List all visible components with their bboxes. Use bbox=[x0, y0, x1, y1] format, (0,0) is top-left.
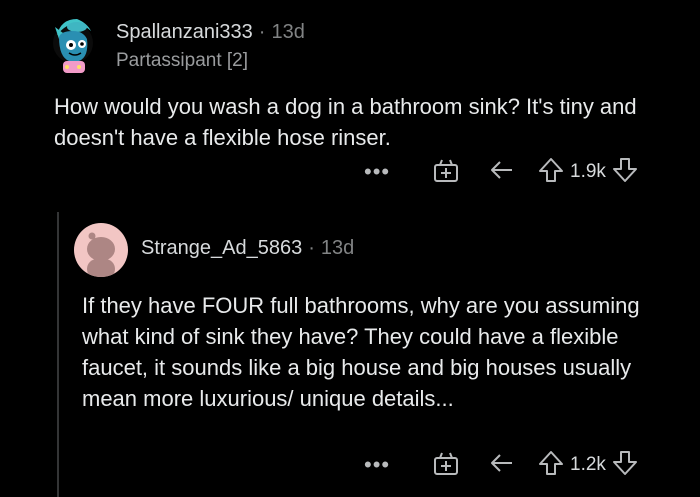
comment-actions: ••• 1.9k bbox=[364, 157, 638, 187]
avatar[interactable] bbox=[47, 13, 99, 75]
vote-count: 1.2k bbox=[570, 454, 606, 475]
more-icon[interactable]: ••• bbox=[364, 452, 392, 478]
downvote-icon[interactable] bbox=[612, 156, 638, 189]
award-icon[interactable] bbox=[432, 156, 460, 189]
vote-count: 1.9k bbox=[570, 161, 606, 182]
comment-header: Strange_Ad_5863 · 13d bbox=[141, 237, 354, 260]
avatar[interactable] bbox=[74, 223, 128, 277]
comment-header: Spallanzani333 · 13d bbox=[116, 21, 305, 44]
downvote-icon[interactable] bbox=[612, 449, 638, 482]
comment-actions: ••• 1.2k bbox=[364, 450, 638, 480]
reply-icon[interactable] bbox=[488, 156, 516, 189]
comment-body: How would you wash a dog in a bathroom s… bbox=[54, 94, 637, 150]
reply-icon[interactable] bbox=[488, 449, 516, 482]
comment-body: If they have FOUR full bathrooms, why ar… bbox=[82, 293, 640, 411]
thread-line[interactable] bbox=[57, 212, 59, 497]
comment-age: 13d bbox=[271, 21, 305, 43]
username[interactable]: Strange_Ad_5863 bbox=[141, 237, 302, 259]
upvote-icon[interactable] bbox=[538, 156, 564, 189]
separator: · bbox=[258, 21, 266, 43]
upvote-icon[interactable] bbox=[538, 449, 564, 482]
separator: · bbox=[308, 237, 315, 259]
username[interactable]: Spallanzani333 bbox=[116, 21, 253, 43]
award-icon[interactable] bbox=[432, 449, 460, 482]
more-icon[interactable]: ••• bbox=[364, 159, 392, 185]
comment-age: 13d bbox=[320, 237, 355, 259]
user-flair: Partassipant [2] bbox=[116, 50, 249, 71]
